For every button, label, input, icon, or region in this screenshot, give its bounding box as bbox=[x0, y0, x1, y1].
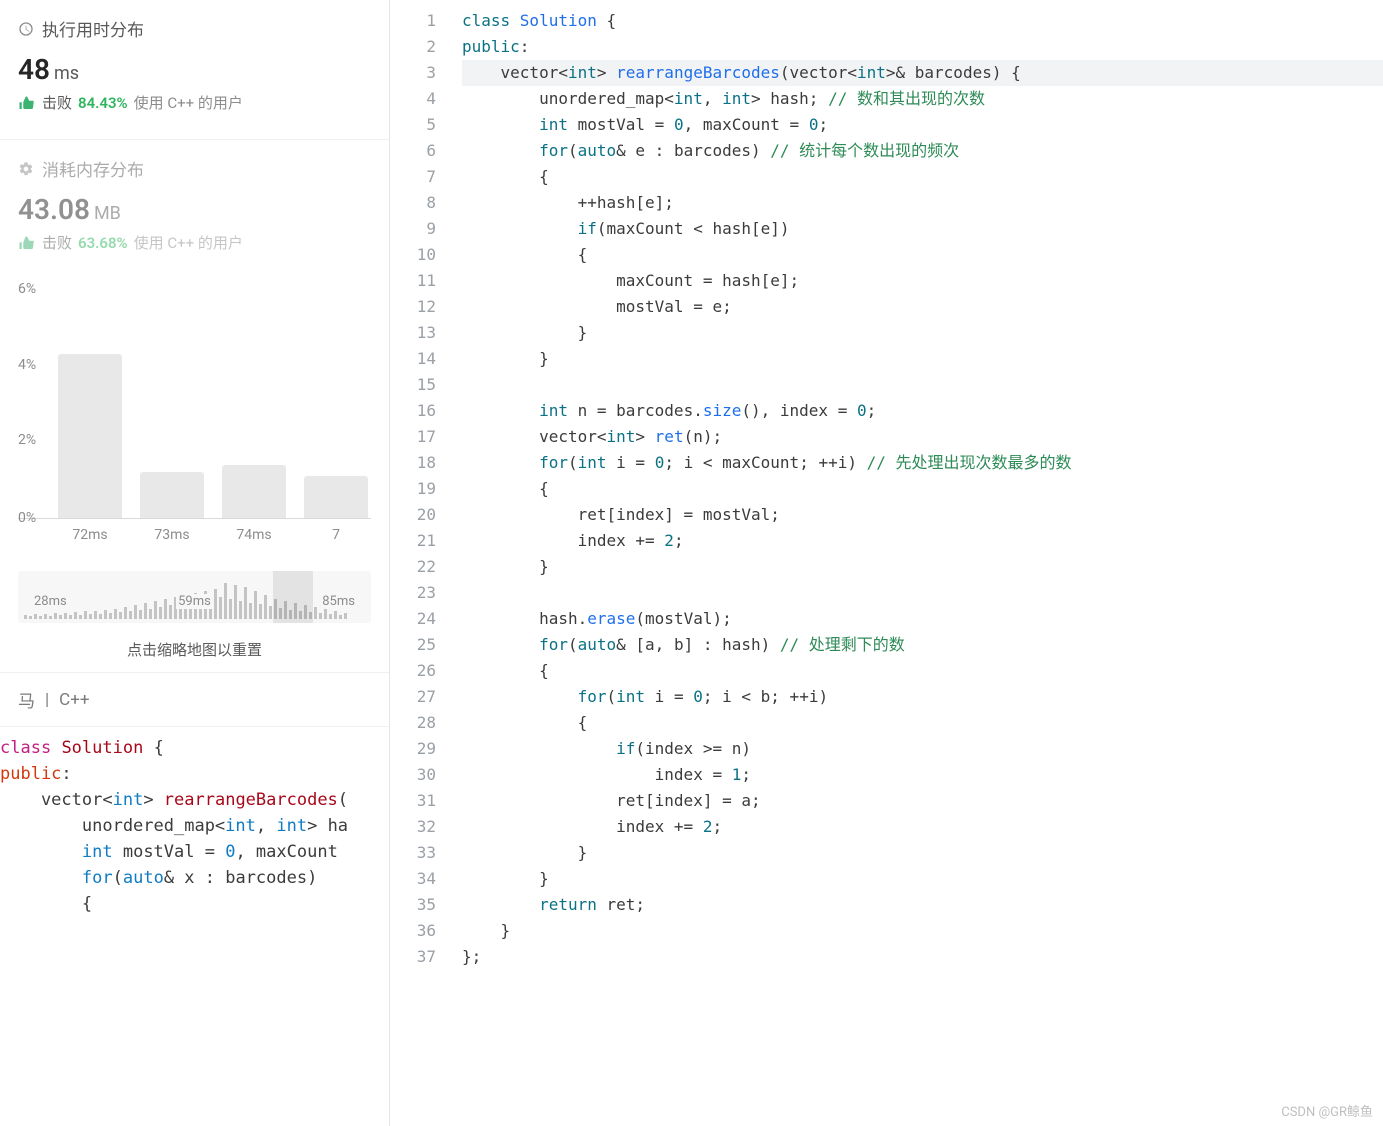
code-line[interactable]: for(int i = 0; i < b; ++i) bbox=[462, 684, 1383, 710]
code-line[interactable]: ret[index] = a; bbox=[462, 788, 1383, 814]
code-line[interactable]: } bbox=[462, 346, 1383, 372]
chart-minimap[interactable]: 28ms 59ms 85ms bbox=[18, 571, 371, 623]
beat-percent: 63.68% bbox=[78, 234, 128, 252]
code-line[interactable]: { bbox=[462, 658, 1383, 684]
code-line[interactable]: unordered_map<int, int> hash; // 数和其出现的次… bbox=[462, 86, 1383, 112]
beat-percent: 84.43% bbox=[78, 94, 128, 112]
code-line[interactable]: } bbox=[462, 554, 1383, 580]
code-line[interactable]: for(auto& e : barcodes) // 统计每个数出现的频次 bbox=[462, 138, 1383, 164]
code-line[interactable]: for(auto& [a, b] : hash) // 处理剩下的数 bbox=[462, 632, 1383, 658]
runtime-chart[interactable]: 6% 4% 2% 0% 72ms 73ms 74ms 7 bbox=[0, 269, 389, 553]
code-line[interactable]: { bbox=[462, 710, 1383, 736]
chart-bar[interactable] bbox=[58, 354, 122, 518]
code-preview[interactable]: class Solution { public: vector<int> rea… bbox=[0, 726, 389, 917]
code-line[interactable]: if(index >= n) bbox=[462, 736, 1383, 762]
chart-bar[interactable] bbox=[140, 472, 204, 518]
code-line[interactable]: index += 2; bbox=[462, 814, 1383, 840]
lang-left: 马 bbox=[18, 687, 35, 712]
beat-suffix: 使用 C++ 的用户 bbox=[134, 92, 243, 113]
code-line[interactable]: index = 1; bbox=[462, 762, 1383, 788]
code-line[interactable]: public: bbox=[462, 34, 1383, 60]
y-tick: 4% bbox=[18, 357, 36, 373]
code-line[interactable]: } bbox=[462, 840, 1383, 866]
x-tick: 73ms bbox=[140, 527, 204, 543]
beat-label: 击败 bbox=[42, 232, 72, 253]
code-body[interactable]: class Solution {public: vector<int> rear… bbox=[462, 8, 1383, 970]
code-line[interactable]: return ret; bbox=[462, 892, 1383, 918]
code-line[interactable]: { bbox=[462, 242, 1383, 268]
code-line[interactable]: } bbox=[462, 918, 1383, 944]
chart-bar[interactable] bbox=[304, 476, 368, 518]
code-line[interactable]: ++hash[e]; bbox=[462, 190, 1383, 216]
beat-suffix: 使用 C++ 的用户 bbox=[134, 232, 243, 253]
lang-sep: | bbox=[45, 690, 49, 710]
lang-name: C++ bbox=[59, 690, 89, 710]
code-line[interactable] bbox=[462, 372, 1383, 398]
chart-bar[interactable] bbox=[222, 465, 286, 518]
code-editor[interactable]: 1234567891011121314151617181920212223242… bbox=[390, 0, 1383, 1126]
clap-icon bbox=[18, 94, 36, 112]
clock-icon bbox=[18, 21, 34, 37]
code-line[interactable]: for(int i = 0; i < maxCount; ++i) // 先处理… bbox=[462, 450, 1383, 476]
code-line[interactable]: ret[index] = mostVal; bbox=[462, 502, 1383, 528]
y-tick: 2% bbox=[18, 432, 36, 448]
clap-icon bbox=[18, 234, 36, 252]
code-line[interactable]: { bbox=[462, 164, 1383, 190]
minimap-tick: 85ms bbox=[320, 594, 357, 609]
code-line[interactable] bbox=[462, 580, 1383, 606]
code-line[interactable]: { bbox=[462, 476, 1383, 502]
runtime-header: 执行用时分布 bbox=[18, 16, 371, 41]
code-line[interactable]: int n = barcodes.size(), index = 0; bbox=[462, 398, 1383, 424]
memory-value: 43.08MB bbox=[18, 193, 371, 226]
memory-beat: 击败 63.68% 使用 C++ 的用户 bbox=[18, 232, 371, 253]
code-line[interactable]: } bbox=[462, 866, 1383, 892]
minimap-viewport[interactable] bbox=[273, 571, 313, 623]
x-tick: 72ms bbox=[58, 527, 122, 543]
watermark: CSDN @GR鲸鱼 bbox=[1281, 1101, 1373, 1120]
y-tick: 6% bbox=[18, 281, 36, 297]
runtime-beat: 击败 84.43% 使用 C++ 的用户 bbox=[18, 92, 371, 113]
code-line[interactable]: class Solution { bbox=[462, 8, 1383, 34]
code-line[interactable]: vector<int> rearrangeBarcodes(vector<int… bbox=[462, 60, 1383, 86]
runtime-section: 执行用时分布 48ms 击败 84.43% 使用 C++ 的用户 bbox=[0, 0, 389, 129]
y-tick: 0% bbox=[18, 510, 36, 526]
stats-panel: 执行用时分布 48ms 击败 84.43% 使用 C++ 的用户 消耗内存分布 … bbox=[0, 0, 390, 1126]
runtime-title: 执行用时分布 bbox=[42, 16, 144, 41]
runtime-value: 48ms bbox=[18, 53, 371, 86]
memory-title: 消耗内存分布 bbox=[42, 156, 144, 181]
code-line[interactable]: index += 2; bbox=[462, 528, 1383, 554]
memory-section: 消耗内存分布 43.08MB 击败 63.68% 使用 C++ 的用户 bbox=[0, 140, 389, 269]
memory-header: 消耗内存分布 bbox=[18, 156, 371, 181]
code-line[interactable]: int mostVal = 0, maxCount = 0; bbox=[462, 112, 1383, 138]
x-tick: 74ms bbox=[222, 527, 286, 543]
code-line[interactable]: maxCount = hash[e]; bbox=[462, 268, 1383, 294]
code-line[interactable]: if(maxCount < hash[e]) bbox=[462, 216, 1383, 242]
gear-icon bbox=[18, 161, 34, 177]
code-line[interactable]: } bbox=[462, 320, 1383, 346]
minimap-hint: 点击缩略地图以重置 bbox=[0, 639, 389, 660]
code-line[interactable]: }; bbox=[462, 944, 1383, 970]
code-line[interactable]: mostVal = e; bbox=[462, 294, 1383, 320]
minimap-tick: 28ms bbox=[32, 594, 69, 609]
x-tick: 7 bbox=[304, 527, 368, 543]
line-gutter: 1234567891011121314151617181920212223242… bbox=[390, 8, 454, 970]
code-line[interactable]: hash.erase(mostVal); bbox=[462, 606, 1383, 632]
language-bar[interactable]: 马 | C++ bbox=[0, 672, 389, 726]
beat-label: 击败 bbox=[42, 92, 72, 113]
code-line[interactable]: vector<int> ret(n); bbox=[462, 424, 1383, 450]
